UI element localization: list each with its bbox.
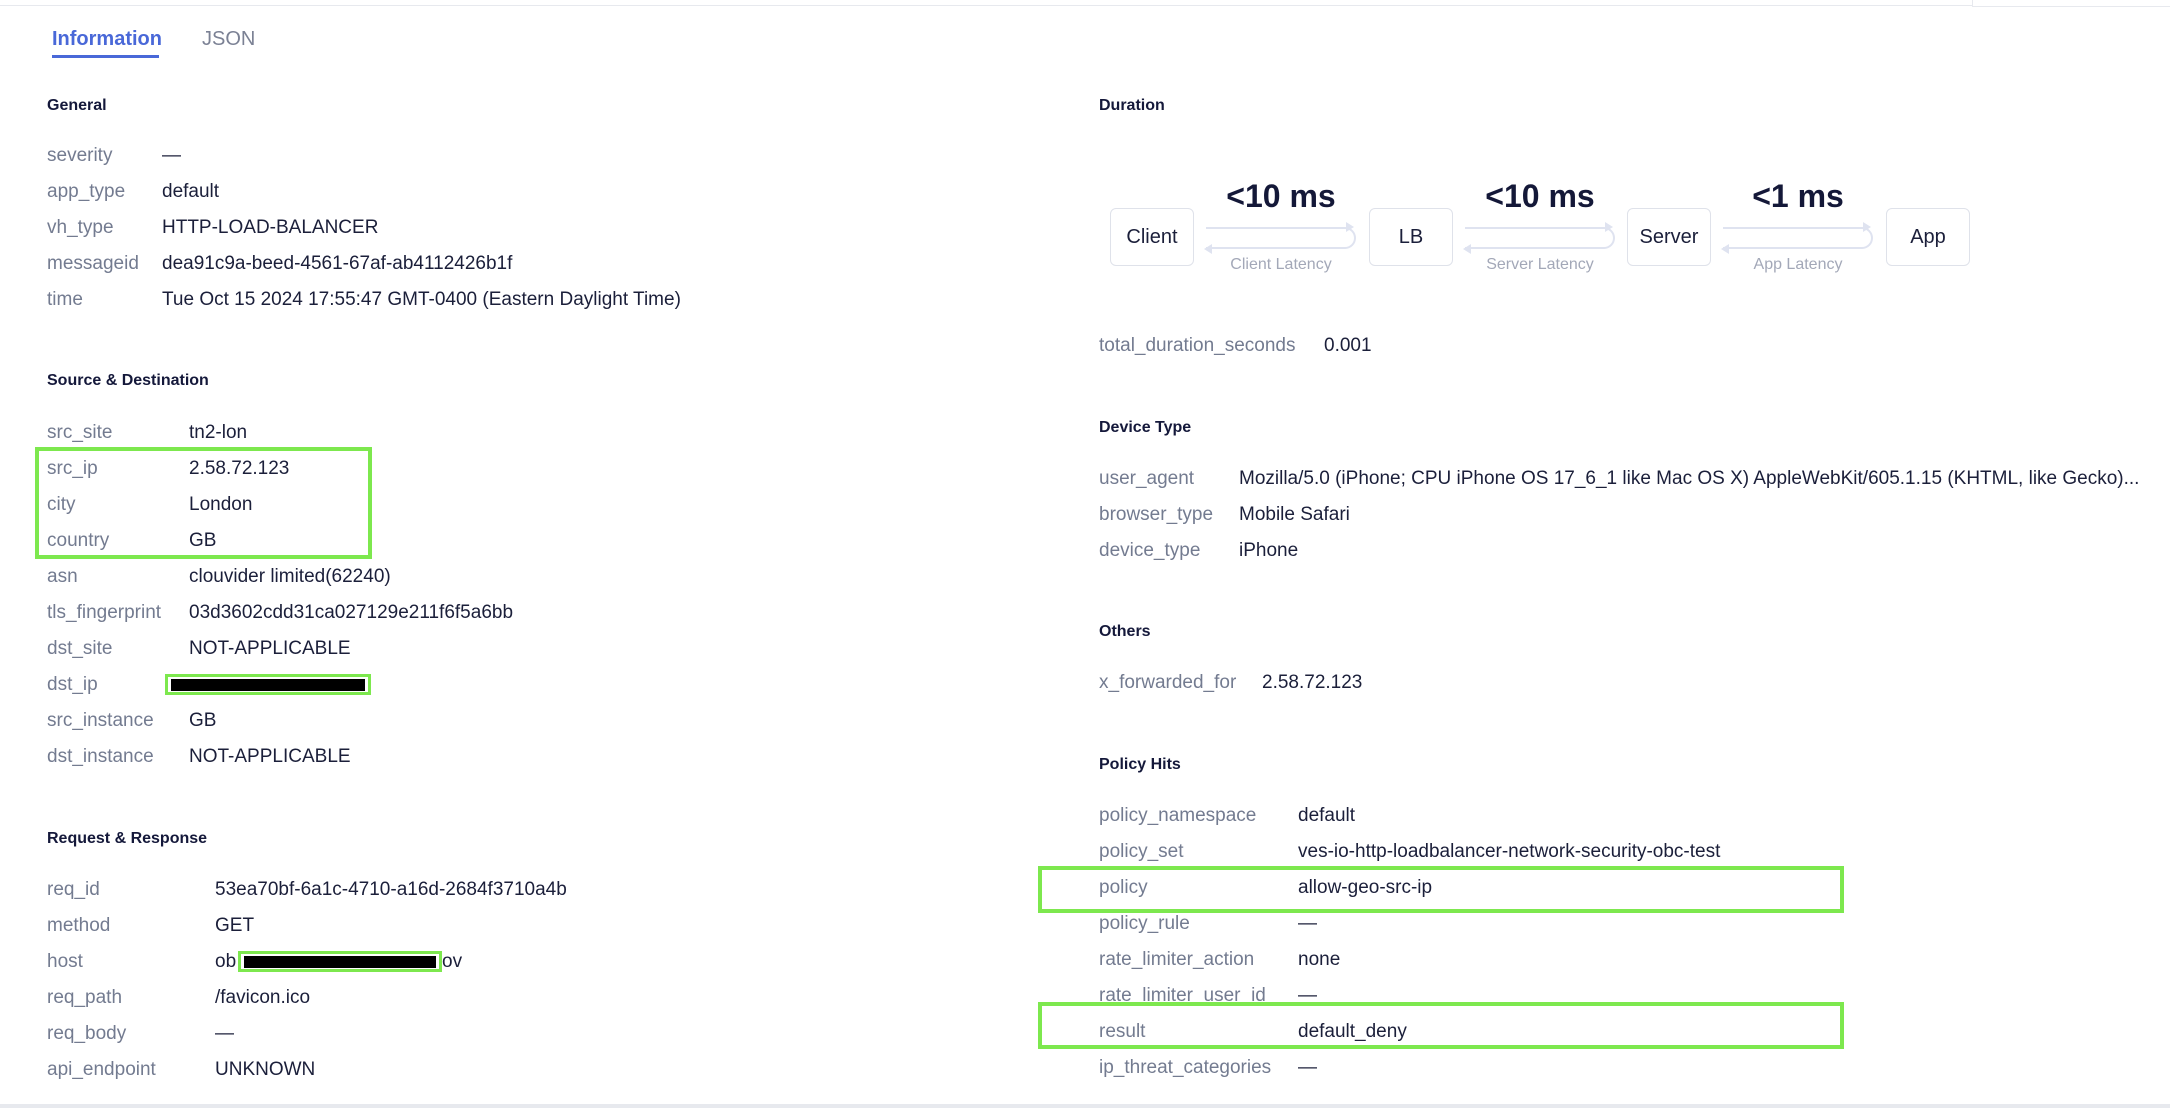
server-latency-value: <10 ms	[1485, 178, 1595, 214]
section-title-others: Others	[1099, 623, 1151, 640]
device-value-browser-type: Mobile Safari	[1239, 504, 1350, 525]
policy-value-policy-namespace: default	[1298, 805, 1356, 826]
server-latency-arrow-tail	[1463, 244, 1471, 254]
device-value-user-agent: Mozilla/5.0 (iPhone; CPU iPhone OS 17_6_…	[1239, 468, 2140, 489]
req-key-req-id: req_id	[47, 879, 100, 900]
section-title-source-destination: Source & Destination	[47, 372, 209, 389]
app-latency-label: App Latency	[1753, 256, 1843, 273]
req-key-host: host	[47, 951, 83, 972]
src-key-tls-fingerprint: tls_fingerprint	[47, 602, 162, 623]
app-latency-arrow-tail	[1721, 244, 1729, 254]
policy-value-ip-threat-categories: —	[1298, 1057, 1317, 1078]
section-title-device-type: Device Type	[1099, 419, 1192, 436]
section-title-duration: Duration	[1099, 97, 1165, 114]
src-value-src-instance: GB	[189, 710, 217, 731]
duration-node-client: Client	[1110, 208, 1194, 266]
src-value-src-site: tn2-lon	[189, 422, 248, 443]
src-key-src-instance: src_instance	[47, 710, 154, 731]
general-key-messageid: messageid	[47, 253, 139, 274]
tab-information[interactable]: Information	[52, 28, 162, 51]
highlight-box-result	[1038, 1002, 1844, 1049]
req-key-api-endpoint: api_endpoint	[47, 1059, 156, 1080]
policy-value-policy-set: ves-io-http-loadbalancer-network-securit…	[1298, 841, 1721, 862]
general-key-app-type: app_type	[47, 181, 126, 202]
req-value-req-body: —	[215, 1023, 234, 1044]
general-key-vh-type: vh_type	[47, 217, 114, 238]
general-value-time: Tue Oct 15 2024 17:55:47 GMT-0400 (Easte…	[162, 289, 681, 310]
req-key-method: method	[47, 915, 111, 936]
others-key-x-forwarded-for: x_forwarded_for	[1099, 672, 1237, 693]
top-right-panel-edge	[1972, 0, 2170, 7]
section-title-request-response: Request & Response	[47, 830, 208, 847]
client-latency-value: <10 ms	[1226, 178, 1336, 214]
src-value-dst-site: NOT-APPLICABLE	[189, 638, 351, 659]
policy-value-rate-limiter-action: none	[1298, 949, 1341, 970]
src-value-dst-instance: NOT-APPLICABLE	[189, 746, 351, 767]
client-latency-arrow	[1206, 227, 1356, 249]
section-title-policy-hits: Policy Hits	[1099, 756, 1181, 773]
src-value-asn: clouvider limited(62240)	[189, 566, 391, 587]
duration-key-total: total_duration_seconds	[1099, 335, 1296, 356]
policy-value-policy-rule: —	[1298, 913, 1317, 934]
src-key-asn: asn	[47, 566, 78, 587]
policy-key-policy-rule: policy_rule	[1099, 913, 1190, 934]
src-key-dst-site: dst_site	[47, 638, 113, 659]
req-value-req-id: 53ea70bf-6a1c-4710-a16d-2684f3710a4b	[215, 879, 567, 900]
policy-key-policy-set: policy_set	[1099, 841, 1184, 862]
req-value-method: GET	[215, 915, 255, 936]
src-key-dst-ip: dst_ip	[47, 674, 98, 695]
req-value-api-endpoint: UNKNOWN	[215, 1059, 316, 1080]
server-latency-arrow-head	[1605, 222, 1613, 232]
redaction-bar-host	[244, 956, 436, 968]
general-value-vh-type: HTTP-LOAD-BALANCER	[162, 217, 379, 238]
highlight-box-src-ip-city-country	[35, 447, 372, 559]
section-title-general: General	[47, 97, 107, 114]
general-value-app-type: default	[162, 181, 220, 202]
general-value-messageid: dea91c9a-beed-4561-67af-ab4112426b1f	[162, 253, 513, 274]
policy-key-ip-threat-categories: ip_threat_categories	[1099, 1057, 1272, 1078]
device-value-device-type: iPhone	[1239, 540, 1299, 561]
server-latency-arrow	[1465, 227, 1615, 249]
redaction-bar-dst-ip	[171, 679, 365, 691]
policy-key-policy-namespace: policy_namespace	[1099, 805, 1257, 826]
duration-node-lb: LB	[1369, 208, 1453, 266]
duration-node-server: Server	[1627, 208, 1711, 266]
client-latency-arrow-tail	[1204, 244, 1212, 254]
device-key-device-type: device_type	[1099, 540, 1201, 561]
app-latency-arrow-head	[1863, 222, 1871, 232]
general-key-time: time	[47, 289, 83, 310]
bottom-border	[0, 1104, 2170, 1108]
req-value-host-prefix: ob	[215, 951, 237, 972]
client-latency-label: Client Latency	[1230, 256, 1332, 273]
client-latency-arrow-head	[1346, 222, 1354, 232]
req-key-req-path: req_path	[47, 987, 123, 1008]
src-key-dst-instance: dst_instance	[47, 746, 154, 767]
duration-node-app: App	[1886, 208, 1970, 266]
policy-key-rate-limiter-action: rate_limiter_action	[1099, 949, 1255, 970]
src-value-tls-fingerprint: 03d3602cdd31ca027129e211f6f5a6bb	[189, 602, 514, 623]
app-latency-arrow	[1723, 227, 1873, 249]
others-value-x-forwarded-for: 2.58.72.123	[1262, 672, 1363, 693]
duration-value-total: 0.001	[1324, 335, 1372, 356]
device-key-browser-type: browser_type	[1099, 504, 1214, 525]
highlight-box-policy	[1038, 866, 1844, 913]
server-latency-label: Server Latency	[1486, 256, 1594, 273]
general-value-severity: —	[162, 145, 181, 166]
req-value-host-suffix: ov	[442, 951, 463, 972]
top-border	[0, 0, 2170, 6]
req-key-req-body: req_body	[47, 1023, 127, 1044]
tab-json[interactable]: JSON	[202, 28, 255, 51]
general-key-severity: severity	[47, 145, 113, 166]
req-value-req-path: /favicon.ico	[215, 987, 311, 1008]
device-key-user-agent: user_agent	[1099, 468, 1195, 489]
tab-active-indicator	[52, 55, 159, 58]
src-key-src-site: src_site	[47, 422, 113, 443]
app-latency-value: <1 ms	[1752, 178, 1844, 214]
